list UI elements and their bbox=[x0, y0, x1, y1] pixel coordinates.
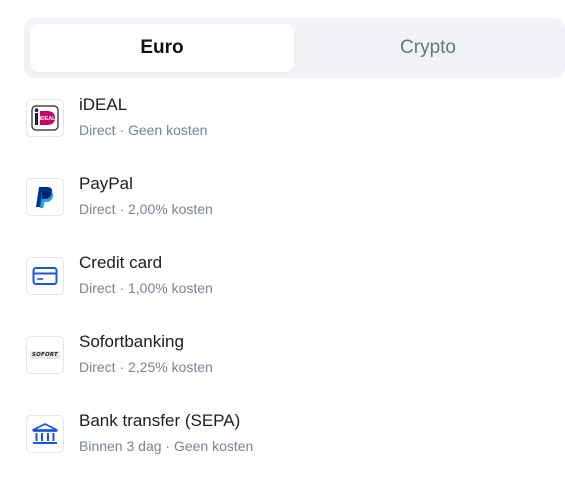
method-title: Sofortbanking bbox=[79, 332, 184, 351]
payment-method-bank-transfer[interactable]: Bank transfer (SEPA) Binnen 3 dag · Geen… bbox=[24, 411, 554, 467]
method-subtitle: Direct · 1,00% kosten bbox=[79, 280, 213, 296]
method-title: Credit card bbox=[79, 253, 163, 272]
payment-method-credit-card[interactable]: Credit card Direct · 1,00% kosten bbox=[24, 253, 554, 309]
payment-method-panel: Euro Crypto iDEAL iDEAL Direct · Geen ko… bbox=[0, 0, 565, 490]
tab-crypto[interactable]: Crypto bbox=[296, 24, 560, 72]
method-subtitle: Direct · Geen kosten bbox=[79, 122, 208, 138]
payment-method-ideal[interactable]: iDEAL iDEAL Direct · Geen kosten bbox=[24, 95, 554, 151]
method-title: PayPal bbox=[79, 174, 133, 193]
payment-method-sofort[interactable]: SOFORT Sofortbanking Direct · 2,25% kost… bbox=[24, 332, 554, 388]
sofort-icon: SOFORT bbox=[26, 336, 64, 374]
ideal-icon-text: iDEAL bbox=[40, 116, 56, 122]
sofort-icon-text: SOFORT bbox=[29, 351, 60, 359]
payment-method-paypal[interactable]: PayPal Direct · 2,00% kosten bbox=[24, 174, 554, 230]
method-title: iDEAL bbox=[79, 95, 128, 114]
paypal-icon bbox=[26, 178, 64, 216]
method-subtitle: Binnen 3 dag · Geen kosten bbox=[79, 438, 254, 454]
method-subtitle: Direct · 2,00% kosten bbox=[79, 201, 213, 217]
ideal-icon: iDEAL bbox=[26, 99, 64, 137]
bank-icon bbox=[26, 415, 64, 453]
method-subtitle: Direct · 2,25% kosten bbox=[79, 359, 213, 375]
tab-euro[interactable]: Euro bbox=[30, 24, 294, 72]
currency-tab-bar: Euro Crypto bbox=[24, 18, 565, 78]
method-title: Bank transfer (SEPA) bbox=[79, 411, 241, 430]
credit-card-icon bbox=[26, 257, 64, 295]
